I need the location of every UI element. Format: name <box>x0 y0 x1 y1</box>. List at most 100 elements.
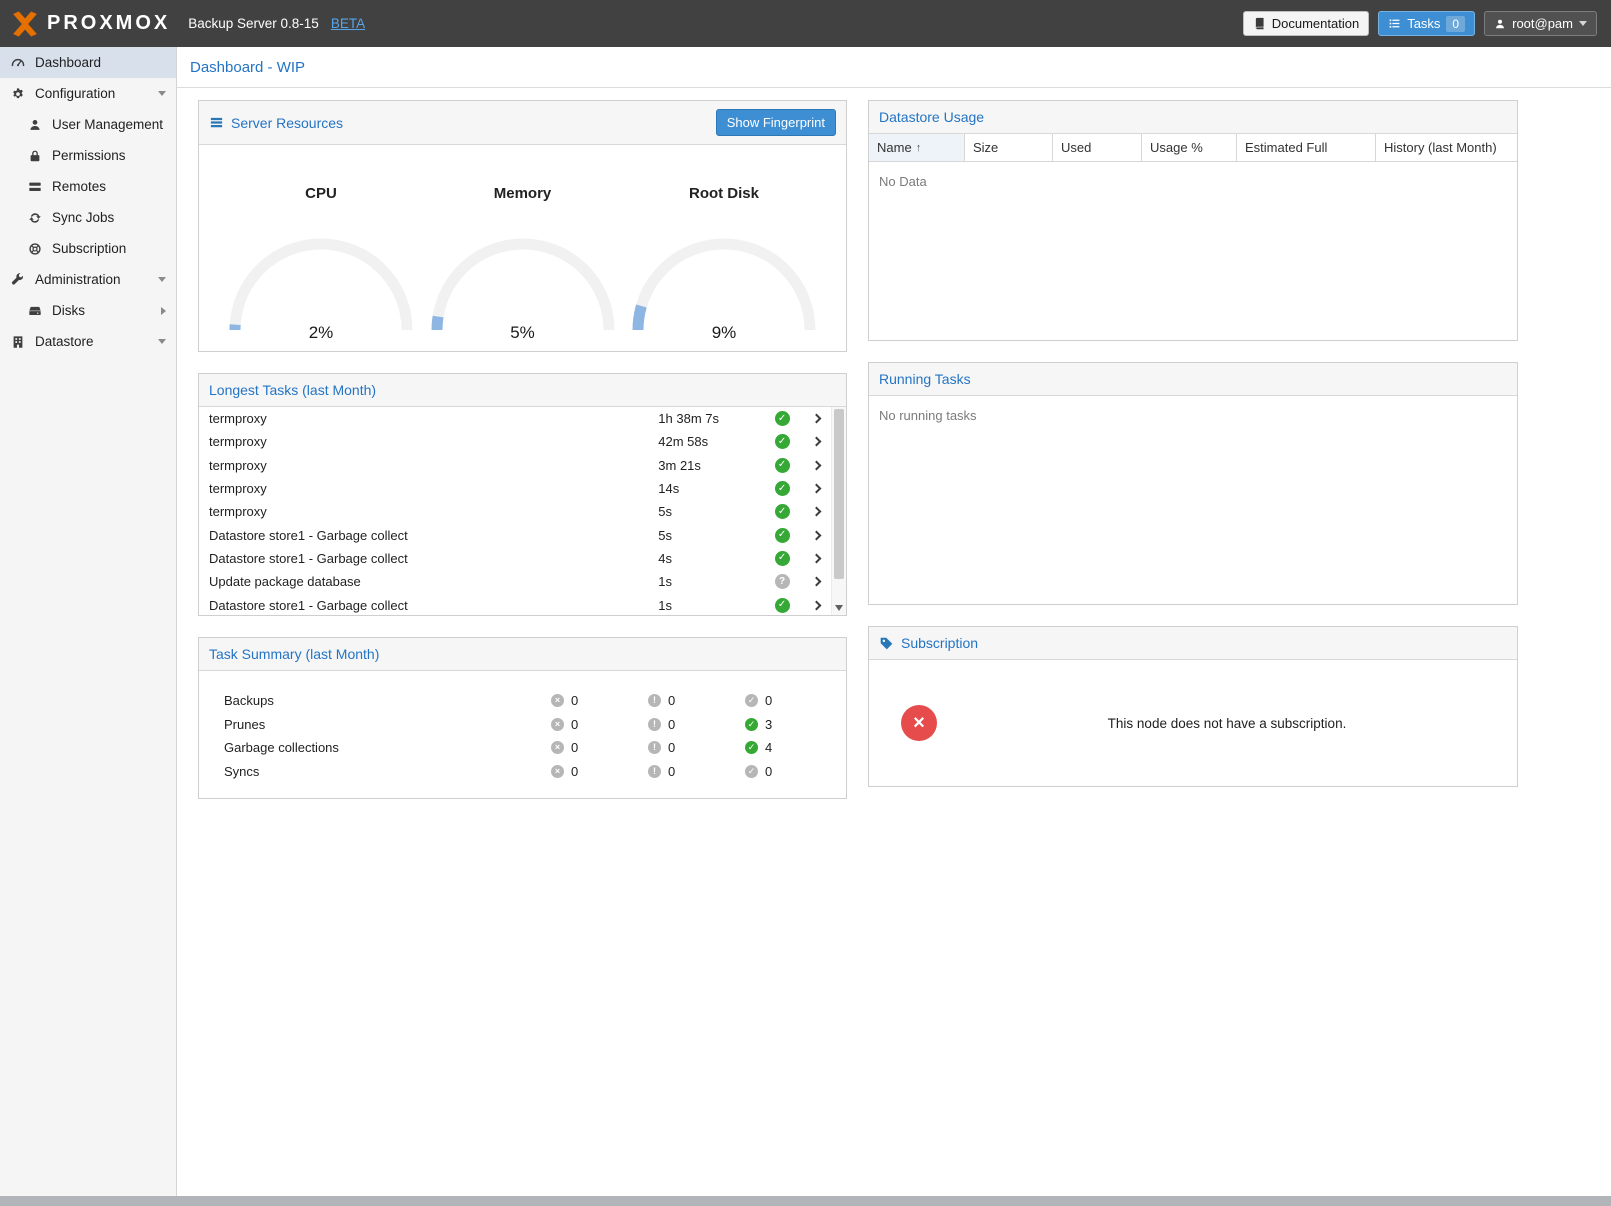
task-row[interactable]: Update package database 1s ? <box>199 570 831 593</box>
chevron-right-icon[interactable] <box>801 438 831 445</box>
sidebar-item-permissions[interactable]: Permissions <box>0 140 176 171</box>
user-icon <box>27 118 43 132</box>
task-status-icon: ? <box>775 574 790 589</box>
task-name: termproxy <box>209 504 658 519</box>
column-label: Name <box>877 140 912 155</box>
column-header-name[interactable]: Name ↑ <box>869 134 965 161</box>
gauge-value: 2% <box>226 323 416 343</box>
sidebar-item-datastore[interactable]: Datastore <box>0 326 176 357</box>
sidebar-item-administration[interactable]: Administration <box>0 264 176 295</box>
task-row[interactable]: Datastore store1 - Garbage collect 1s ✓ <box>199 593 831 615</box>
summary-label: Garbage collections <box>199 740 551 755</box>
sidebar-item-subscription[interactable]: Subscription <box>0 233 176 264</box>
product-subtitle: Backup Server 0.8-15 <box>188 16 319 31</box>
tasks-count-badge: 0 <box>1446 16 1465 32</box>
count: 0 <box>668 764 675 779</box>
task-duration: 5s <box>658 528 763 543</box>
task-row[interactable]: termproxy 14s ✓ <box>199 477 831 500</box>
window-edge <box>0 1196 1611 1206</box>
task-duration: 1s <box>658 598 763 613</box>
table-header: Name ↑ Size Used Usage % Estimated Full … <box>869 134 1517 162</box>
chevron-right-icon[interactable] <box>801 555 831 562</box>
server-resources-panel: Server Resources Show Fingerprint CPU 2% <box>198 100 847 352</box>
wrench-icon <box>10 273 26 287</box>
task-row[interactable]: termproxy 5s ✓ <box>199 500 831 523</box>
running-tasks-panel: Running Tasks No running tasks <box>868 362 1518 605</box>
sidebar-item-sync-jobs[interactable]: Sync Jobs <box>0 202 176 233</box>
ok-status-icon: ✓ <box>745 765 758 778</box>
sidebar-item-dashboard[interactable]: Dashboard <box>0 47 176 78</box>
user-menu-button[interactable]: root@pam <box>1484 11 1597 36</box>
column-header-estimated-full[interactable]: Estimated Full <box>1237 134 1376 161</box>
task-name: termproxy <box>209 458 658 473</box>
count: 0 <box>765 693 772 708</box>
task-duration: 42m 58s <box>658 434 763 449</box>
user-name: root@pam <box>1512 16 1573 31</box>
show-fingerprint-button[interactable]: Show Fingerprint <box>716 109 836 136</box>
warning-status-icon: ! <box>648 741 661 754</box>
task-row[interactable]: Datastore store1 - Garbage collect 4s ✓ <box>199 547 831 570</box>
chevron-right-icon[interactable] <box>801 485 831 492</box>
documentation-button[interactable]: Documentation <box>1243 11 1369 36</box>
sidebar-item-label: Subscription <box>52 241 126 256</box>
chevron-right-icon <box>161 307 166 315</box>
task-name: Update package database <box>209 574 658 589</box>
lock-icon <box>27 149 43 163</box>
gauge-label: Root Disk <box>629 185 819 202</box>
chevron-down-icon <box>158 339 166 344</box>
task-duration: 14s <box>658 481 763 496</box>
chevron-right-icon[interactable] <box>801 508 831 515</box>
sidebar-item-remotes[interactable]: Remotes <box>0 171 176 202</box>
scrollbar[interactable] <box>831 407 846 615</box>
gauge-value: 5% <box>428 323 618 343</box>
task-status-icon: ✓ <box>775 504 790 519</box>
scroll-down-icon[interactable] <box>835 605 843 611</box>
gear-icon <box>10 87 26 101</box>
proxmox-logo: PROXMOX <box>10 9 170 39</box>
panel-title: Task Summary (last Month) <box>209 646 379 662</box>
error-status-icon: × <box>551 765 564 778</box>
empty-state-text: No Data <box>869 162 1517 201</box>
gauge-value: 9% <box>629 323 819 343</box>
column-header-used[interactable]: Used <box>1053 134 1142 161</box>
panel-title: Server Resources <box>231 115 343 131</box>
warning-status-icon: ! <box>648 718 661 731</box>
tasks-button[interactable]: Tasks 0 <box>1378 11 1475 36</box>
sidebar-item-label: Sync Jobs <box>52 210 114 225</box>
task-name: termproxy <box>209 411 658 426</box>
task-row[interactable]: Datastore store1 - Garbage collect 5s ✓ <box>199 523 831 546</box>
topbar: PROXMOX Backup Server 0.8-15 BETA Docume… <box>0 0 1611 47</box>
count: 3 <box>765 717 772 732</box>
sidebar-item-label: Configuration <box>35 86 115 101</box>
chevron-right-icon[interactable] <box>801 578 831 585</box>
chevron-right-icon[interactable] <box>801 532 831 539</box>
column-header-size[interactable]: Size <box>965 134 1053 161</box>
warning-status-icon: ! <box>648 765 661 778</box>
chevron-right-icon[interactable] <box>801 415 831 422</box>
task-row[interactable]: termproxy 42m 58s ✓ <box>199 430 831 453</box>
chevron-right-icon[interactable] <box>801 462 831 469</box>
task-duration: 5s <box>658 504 763 519</box>
task-status-icon: ✓ <box>775 551 790 566</box>
proxmox-wordmark: PROXMOX <box>47 12 170 35</box>
task-duration: 1s <box>658 574 763 589</box>
chevron-right-icon[interactable] <box>801 602 831 609</box>
sidebar-item-user-management[interactable]: User Management <box>0 109 176 140</box>
sidebar-item-disks[interactable]: Disks <box>0 295 176 326</box>
task-list-icon <box>1388 17 1401 30</box>
book-icon <box>1253 17 1266 30</box>
task-row[interactable]: termproxy 1h 38m 7s ✓ <box>199 407 831 430</box>
column-header-history[interactable]: History (last Month) <box>1376 134 1517 161</box>
gauge-label: CPU <box>226 185 416 202</box>
sidebar-item-label: Datastore <box>35 334 94 349</box>
scrollbar-thumb[interactable] <box>834 409 844 579</box>
beta-link[interactable]: BETA <box>331 16 365 31</box>
task-row[interactable]: termproxy 3m 21s ✓ <box>199 454 831 477</box>
count: 0 <box>571 764 578 779</box>
proxmox-x-icon <box>10 9 40 39</box>
sidebar-item-configuration[interactable]: Configuration <box>0 78 176 109</box>
column-header-usage-pct[interactable]: Usage % <box>1142 134 1237 161</box>
datastore-icon <box>10 335 26 349</box>
column-label: Usage % <box>1150 140 1203 155</box>
task-status-icon: ✓ <box>775 458 790 473</box>
